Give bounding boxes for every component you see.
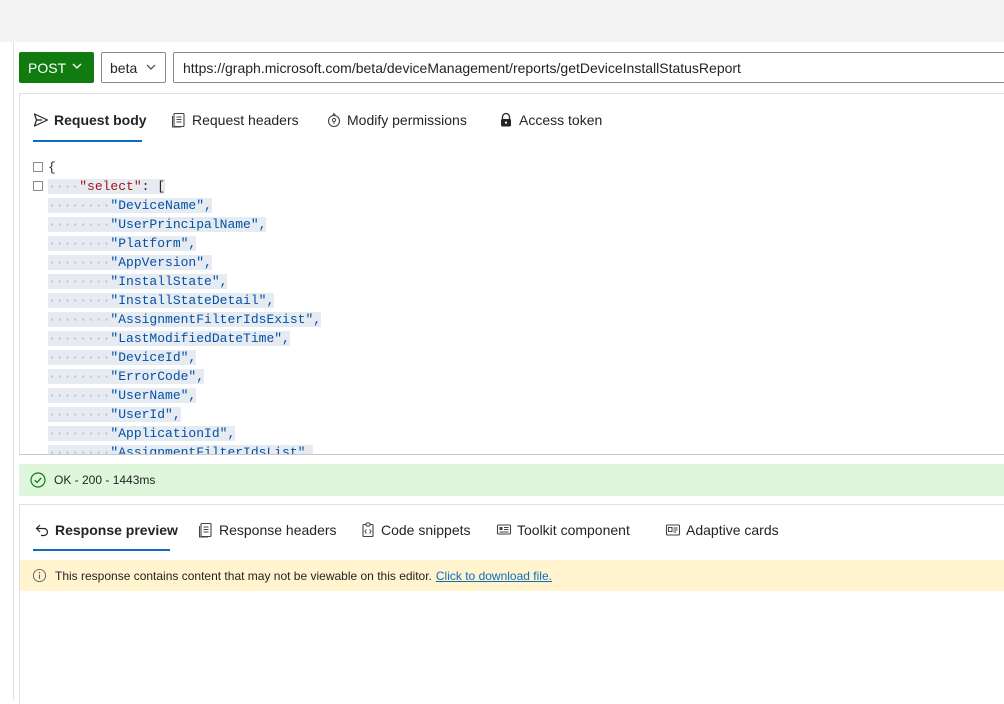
tab-label: Access token <box>519 112 603 128</box>
request-tabs: Request body Request headers Modify perm… <box>33 108 618 132</box>
shield-key-icon <box>327 112 341 128</box>
notice-text: This response contains content that may … <box>55 568 432 583</box>
code-line: ········"UserId", <box>48 407 181 422</box>
tab-response-preview[interactable]: Response preview <box>34 518 198 542</box>
tab-modify-permissions[interactable]: Modify permissions <box>326 108 498 132</box>
tab-label: Adaptive cards <box>686 522 779 538</box>
tab-label: Request headers <box>192 112 299 128</box>
select-field: "InstallState", <box>110 274 228 289</box>
response-notice-banner: This response contains content that may … <box>20 560 1004 591</box>
fold-toggle[interactable] <box>33 181 43 191</box>
code-line: ········"UserName", <box>48 388 197 403</box>
http-method-label: POST <box>28 59 67 76</box>
tab-label: Response headers <box>219 522 337 538</box>
request-url-input[interactable]: https://graph.microsoft.com/beta/deviceM… <box>173 52 1004 83</box>
select-field: "UserId", <box>110 407 181 422</box>
code-line: ········"InstallStateDetail", <box>48 293 275 308</box>
tab-response-headers[interactable]: Response headers <box>198 518 360 542</box>
checkmark-circle-icon <box>30 472 46 488</box>
fold-toggle[interactable] <box>33 162 43 172</box>
lock-icon <box>501 112 511 127</box>
tab-access-token[interactable]: Access token <box>498 108 618 132</box>
response-tabs: Response preview Response headers Code s… <box>34 518 790 542</box>
select-field: "ErrorCode", <box>110 369 205 384</box>
version-label: beta <box>110 59 138 76</box>
code-line: ········"ErrorCode", <box>48 369 205 384</box>
tab-label: Toolkit component <box>517 522 630 538</box>
select-key: "select" <box>79 179 142 194</box>
tab-toolkit-component[interactable]: Toolkit component <box>496 518 665 542</box>
document-icon <box>199 522 212 538</box>
document-icon <box>172 112 185 128</box>
code-line: ········"UserPrincipalName", <box>48 217 267 232</box>
code-line: ········"InstallState", <box>48 274 228 289</box>
code-line: ········"LastModifiedDateTime", <box>48 331 290 346</box>
download-file-link[interactable]: Click to download file. <box>436 569 552 583</box>
tab-label: Request body <box>54 112 147 128</box>
undo-arrow-icon <box>35 524 49 537</box>
request-url-value: https://graph.microsoft.com/beta/deviceM… <box>183 59 741 76</box>
tab-code-snippets[interactable]: Code snippets <box>360 518 496 542</box>
code-line: ········"AssignmentFilterIdsList", <box>48 443 314 454</box>
tab-request-body[interactable]: Request body <box>33 108 171 132</box>
http-method-dropdown[interactable]: POST <box>19 52 94 83</box>
select-rest: : [ <box>141 179 166 194</box>
top-bar <box>0 0 1004 42</box>
select-field: "ApplicationId", <box>110 426 236 441</box>
info-icon <box>32 568 47 583</box>
toolkit-icon <box>496 524 512 535</box>
response-status-bar: OK - 200 - 1443ms <box>19 464 1004 496</box>
clipboard-code-icon <box>362 522 374 538</box>
select-field: "AssignmentFilterIdsExist", <box>110 312 322 327</box>
code-line: ········"DeviceId", <box>48 350 197 365</box>
tab-label: Modify permissions <box>347 112 467 128</box>
select-field: "UserName", <box>110 388 197 403</box>
code-line: ········"Platform", <box>48 236 197 251</box>
select-field: "AppVersion", <box>110 255 212 270</box>
select-field: "DeviceId", <box>110 350 197 365</box>
select-field: "InstallStateDetail", <box>110 293 275 308</box>
chevron-down-icon <box>146 64 156 70</box>
code-line: ········"DeviceName", <box>48 198 212 213</box>
select-field: "Platform", <box>110 236 197 251</box>
open-brace: { <box>48 160 56 175</box>
tab-label: Response preview <box>55 522 178 538</box>
active-tab-indicator <box>33 140 142 142</box>
select-field: "AssignmentFilterIdsList", <box>110 445 314 454</box>
select-field: "DeviceName", <box>110 198 212 213</box>
code-line: ········"ApplicationId", <box>48 426 236 441</box>
version-dropdown[interactable]: beta <box>101 52 166 83</box>
tab-adaptive-cards[interactable]: Adaptive cards <box>665 518 790 542</box>
request-body-editor[interactable]: { ····"select": [ ········"DeviceName", ·… <box>30 158 1000 454</box>
panel-divider <box>19 454 1004 455</box>
code-line: ····"select": [ <box>48 179 166 194</box>
send-icon <box>33 113 49 127</box>
chevron-down-icon <box>72 63 82 69</box>
tab-request-headers[interactable]: Request headers <box>171 108 326 132</box>
code-line: ········"AppVersion", <box>48 255 212 270</box>
active-tab-indicator <box>33 549 170 551</box>
select-field: "LastModifiedDateTime", <box>110 331 290 346</box>
card-icon <box>665 524 681 536</box>
code-line: { <box>48 158 56 177</box>
tab-label: Code snippets <box>381 522 471 538</box>
select-field: "UserPrincipalName", <box>110 217 267 232</box>
code-line: ········"AssignmentFilterIdsExist", <box>48 312 322 327</box>
left-divider <box>0 42 14 700</box>
status-text: OK - 200 - 1443ms <box>54 473 156 487</box>
